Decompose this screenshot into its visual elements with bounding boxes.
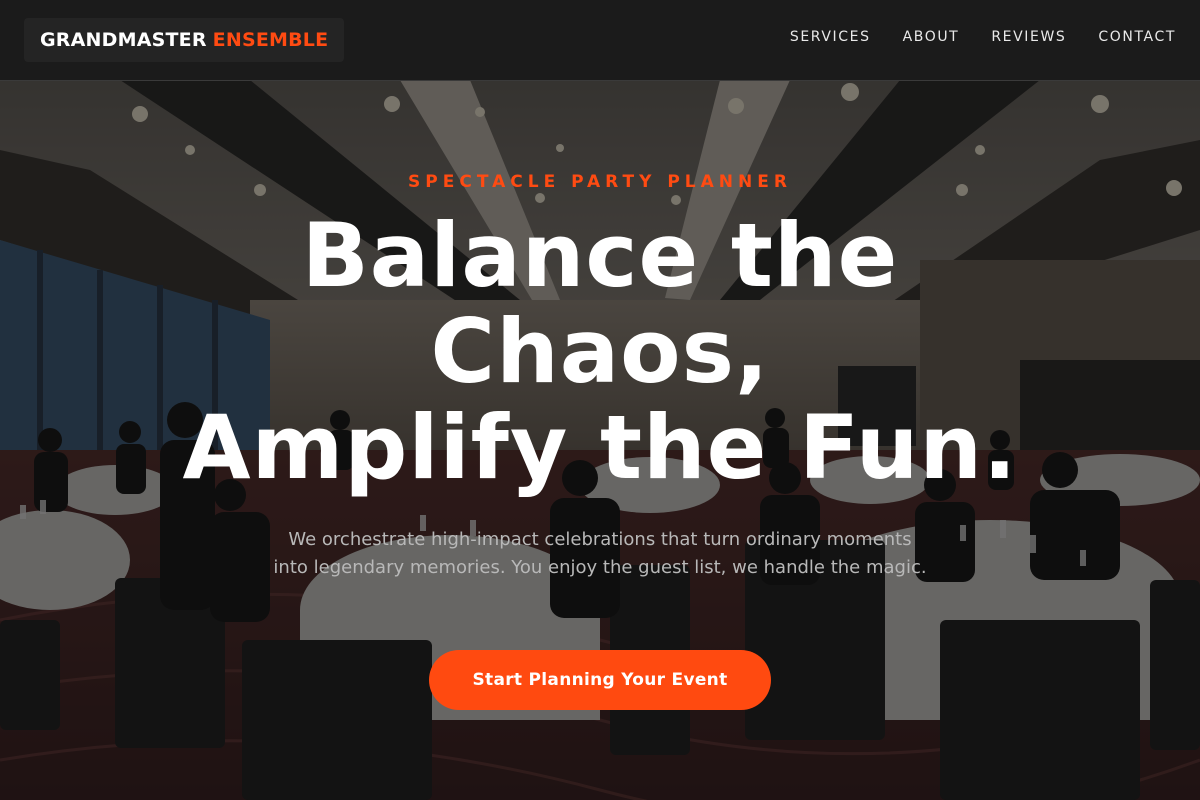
logo-text-main: GRANDMASTER: [40, 29, 207, 51]
nav-link-contact[interactable]: CONTACT: [1098, 29, 1176, 45]
hero-section: SPECTACLE PARTY PLANNER Balance the Chao…: [0, 0, 1200, 800]
site-header: GRANDMASTER ENSEMBLE SERVICES ABOUT REVI…: [0, 0, 1200, 81]
nav-link-reviews[interactable]: REVIEWS: [991, 29, 1066, 45]
hero-eyebrow: SPECTACLE PARTY PLANNER: [408, 172, 792, 192]
headline-line-3: Amplify the Fun.: [182, 396, 1018, 499]
brand-logo[interactable]: GRANDMASTER ENSEMBLE: [24, 18, 345, 62]
headline-line-2: Chaos,: [430, 300, 770, 403]
hero-headline: Balance the Chaos, Amplify the Fun.: [0, 208, 1200, 496]
logo-text-accent: ENSEMBLE: [212, 29, 329, 51]
nav-link-about[interactable]: ABOUT: [903, 29, 960, 45]
hero-subtitle: We orchestrate high-impact celebrations …: [273, 529, 927, 578]
start-planning-button[interactable]: Start Planning Your Event: [429, 650, 771, 710]
nav-link-services[interactable]: SERVICES: [790, 29, 871, 45]
main-nav: SERVICES ABOUT REVIEWS CONTACT: [790, 29, 1176, 45]
headline-line-1: Balance the: [301, 204, 899, 307]
